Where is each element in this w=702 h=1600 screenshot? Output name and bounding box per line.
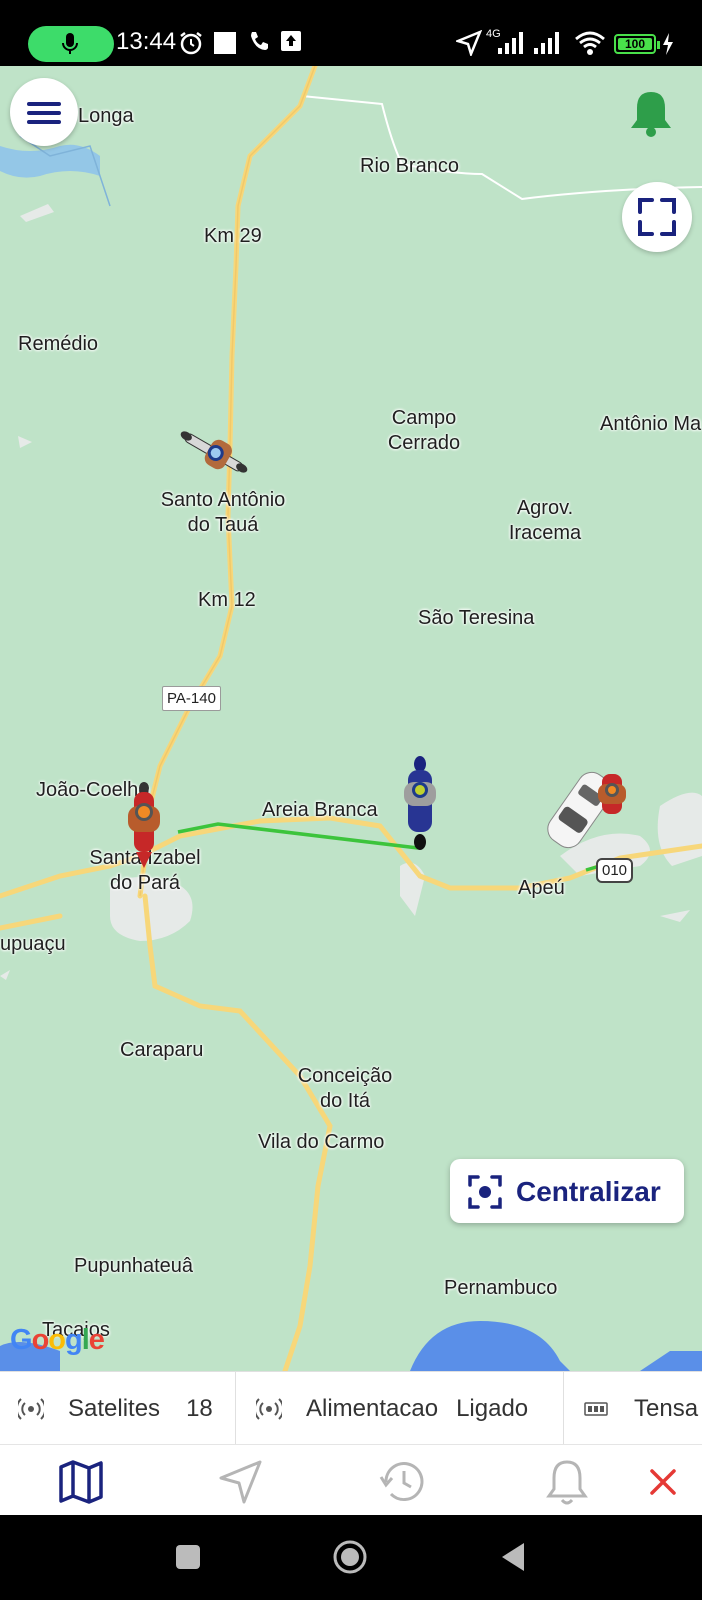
power-label: Alimentacao	[306, 1394, 439, 1422]
map-icon[interactable]	[56, 1457, 106, 1507]
place-label: Conceição do Itá	[297, 1065, 393, 1112]
place-label: Caraparu	[120, 1039, 204, 1061]
satellites-value: 18	[186, 1394, 213, 1422]
wifi-icon	[575, 31, 605, 55]
voltage-item: Tensa	[564, 1372, 702, 1444]
satellite-signal-icon	[18, 1397, 44, 1420]
signal-icon	[534, 32, 559, 54]
phone-icon	[251, 32, 268, 50]
place-label: Pupunhateuâ	[74, 1255, 194, 1277]
home-icon[interactable]	[332, 1539, 368, 1575]
place-label: Apeú	[518, 877, 565, 899]
navigation-icon[interactable]	[216, 1457, 266, 1507]
place-label: Pernambuco	[444, 1277, 558, 1299]
voltage-label: Tensa	[634, 1394, 699, 1422]
motorcycle-marker[interactable]	[396, 756, 444, 852]
place-label: Vila do Carmo	[258, 1131, 385, 1153]
google-logo: Google	[10, 1324, 105, 1356]
status-bar: 13:44 4G 100	[0, 0, 702, 66]
telemetry-strip[interactable]: Satelites 18 Alimentacao Ligado Tensa	[0, 1371, 702, 1444]
place-label: Remédio	[18, 333, 99, 355]
upload-icon	[281, 31, 301, 51]
satellites-item: Satelites 18	[0, 1372, 236, 1444]
mic-icon	[62, 33, 78, 54]
map-view[interactable]: Longa Rio Branco Km 29 Remédio Campo Cerr…	[0, 66, 702, 1371]
location-icon	[456, 30, 482, 56]
close-icon[interactable]	[638, 1457, 688, 1507]
place-label: Km 29	[204, 225, 262, 247]
battery-icon: 100	[614, 34, 660, 54]
signal-icon	[498, 32, 523, 54]
power-signal-icon	[256, 1397, 282, 1420]
status-time: 13:44	[116, 28, 177, 55]
system-nav-bar	[0, 1515, 702, 1600]
place-label: Santo Antônio do Tauá	[160, 489, 286, 536]
power-value: Ligado	[456, 1394, 529, 1422]
motorcycle-marker[interactable]	[594, 768, 630, 820]
place-label: Antônio Ma	[600, 413, 702, 435]
alarm-icon	[180, 32, 202, 55]
place-label: Km 12	[198, 589, 256, 611]
bell-icon[interactable]	[542, 1457, 592, 1507]
motorcycle-marker[interactable]	[174, 422, 254, 482]
fullscreen-button[interactable]	[622, 182, 692, 252]
place-label: São Teresina	[418, 607, 535, 629]
satellites-label: Satelites	[68, 1394, 161, 1422]
menu-icon	[27, 102, 61, 106]
center-button[interactable]: Centralizar	[450, 1159, 684, 1223]
history-icon[interactable]	[378, 1457, 428, 1507]
road-shield-010: 010	[596, 858, 634, 883]
voltage-icon	[584, 1401, 608, 1416]
place-label: Longa	[78, 105, 134, 127]
road-shield-pa140: PA-140	[162, 686, 221, 711]
focus-icon	[468, 1175, 502, 1209]
back-icon[interactable]	[500, 1541, 526, 1573]
charging-icon	[663, 33, 673, 55]
place-label: upuaçu	[0, 933, 66, 955]
mic-indicator[interactable]	[28, 26, 114, 62]
bottom-nav	[0, 1444, 702, 1515]
place-label: Agrov. Iracema	[508, 497, 582, 544]
recents-icon[interactable]	[176, 1545, 200, 1569]
place-label: Campo Cerrado	[387, 407, 461, 454]
fullscreen-icon	[638, 198, 676, 236]
motorcycle-marker[interactable]	[120, 782, 168, 872]
power-item: Alimentacao Ligado	[236, 1372, 564, 1444]
place-label: Areia Branca	[262, 799, 378, 821]
menu-button[interactable]	[10, 78, 78, 146]
square-icon	[214, 32, 236, 54]
place-label: Rio Branco	[360, 155, 459, 177]
bell-icon[interactable]	[628, 88, 674, 138]
center-button-label: Centralizar	[516, 1176, 661, 1207]
